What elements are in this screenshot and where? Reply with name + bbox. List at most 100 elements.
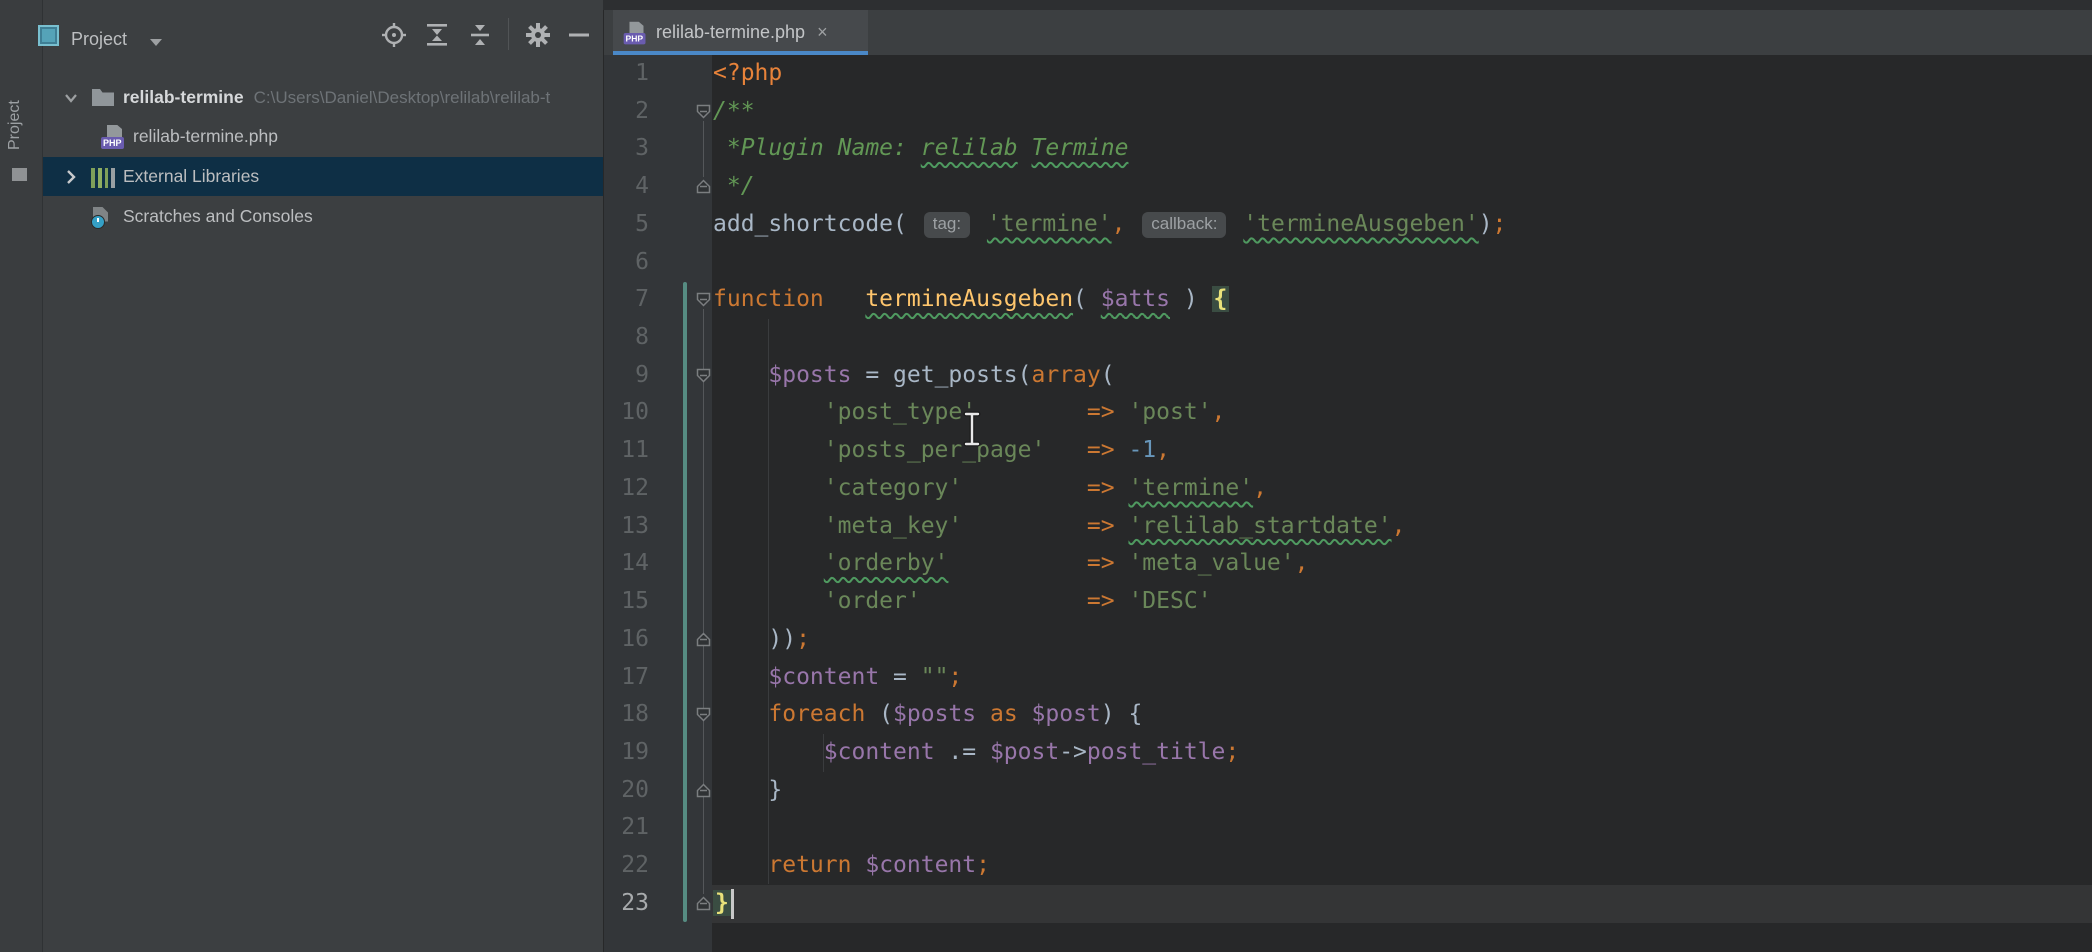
vcs-change-bar[interactable] [683, 282, 687, 922]
line-number[interactable]: 3 [604, 130, 649, 168]
line-number[interactable]: 7 [604, 281, 649, 319]
code-line[interactable]: $posts = get_posts(array( [713, 357, 1115, 395]
fold-marker-open[interactable] [694, 102, 713, 121]
line-number[interactable]: 18 [604, 696, 649, 734]
tool-window-square-icon[interactable] [12, 168, 27, 181]
fold-marker-close[interactable] [694, 630, 713, 649]
fold-marker-open[interactable] [694, 290, 713, 309]
project-tool-icon[interactable] [38, 25, 59, 46]
code-area[interactable]: <?php /** *Plugin Name: relilab Termine *… [713, 55, 2092, 952]
code-token: <?php [713, 60, 782, 86]
code-token: 'posts_per_page' [824, 437, 1046, 463]
code-token: 'meta_value' [1128, 550, 1294, 576]
code-token [1115, 437, 1129, 463]
code-line[interactable]: 'meta_key' => 'relilab_startdate', [713, 508, 1405, 546]
tree-item-php-file[interactable]: PHP relilab-termine.php [43, 117, 603, 156]
tree-item-project-root[interactable]: relilab-termine C:\Users\Daniel\Desktop\… [43, 78, 603, 117]
code-token [1045, 437, 1087, 463]
code-line[interactable]: <?php [713, 55, 782, 93]
code-token: $atts [1101, 286, 1170, 312]
line-number[interactable]: 1 [604, 55, 649, 93]
hide-panel-button[interactable] [566, 22, 592, 48]
locate-file-button[interactable] [381, 22, 407, 48]
gear-icon[interactable] [525, 22, 551, 48]
line-number[interactable]: 8 [604, 319, 649, 357]
tree-item-label[interactable]: relilab-termine [123, 87, 244, 108]
code-line[interactable]: return $content; [713, 847, 990, 885]
collapse-all-button[interactable] [467, 22, 493, 48]
fold-marker-close[interactable] [694, 781, 713, 800]
code-line[interactable]: foreach ($posts as $post) { [713, 696, 1142, 734]
line-number[interactable]: 5 [604, 206, 649, 244]
chevron-collapsed-icon[interactable] [61, 167, 81, 187]
code-line[interactable]: /** [713, 93, 755, 131]
fold-marker-close[interactable] [694, 177, 713, 196]
code-token [976, 701, 990, 727]
code-token: => [1087, 550, 1115, 576]
code-token: = get_posts( [851, 362, 1031, 388]
close-icon[interactable]: × [817, 22, 828, 43]
line-number[interactable]: 9 [604, 357, 649, 395]
tree-item-label[interactable]: External Libraries [123, 166, 259, 187]
fold-marker-close[interactable] [694, 894, 713, 913]
code-token: */ [713, 173, 755, 199]
code-line[interactable]: 'category' => 'termine', [713, 470, 1267, 508]
line-number[interactable]: 13 [604, 508, 649, 546]
code-token: => [1087, 475, 1115, 501]
code-line[interactable]: */ [713, 168, 755, 206]
code-line[interactable]: *Plugin Name: relilab Termine [713, 130, 1128, 168]
php-file-icon: PHP [101, 125, 125, 149]
code-token: { [1212, 286, 1230, 312]
fold-connector [703, 121, 704, 177]
folder-icon [91, 87, 115, 109]
tab-label[interactable]: relilab-termine.php [656, 22, 805, 43]
line-number[interactable]: 20 [604, 772, 649, 810]
code-token [713, 550, 824, 576]
chevron-down-icon[interactable] [150, 39, 162, 46]
tree-item-external-libraries[interactable]: External Libraries [43, 157, 603, 196]
code-token: , [1156, 437, 1170, 463]
line-number[interactable]: 16 [604, 621, 649, 659]
code-line[interactable]: 'posts_per_page' => -1, [713, 432, 1170, 470]
code-line[interactable]: 'order' => 'DESC' [713, 583, 1212, 621]
fold-marker-open[interactable] [694, 366, 713, 385]
tree-item-label[interactable]: Scratches and Consoles [123, 206, 313, 227]
line-number[interactable]: 21 [604, 809, 649, 847]
code-token: $content [768, 664, 879, 690]
code-token [713, 588, 824, 614]
chevron-expanded-icon[interactable] [61, 88, 81, 108]
code-token [713, 664, 768, 690]
line-number[interactable]: 15 [604, 583, 649, 621]
code-line[interactable]: } [713, 772, 782, 810]
code-line[interactable]: $content .= $post->post_title; [713, 734, 1239, 772]
tab-relilab-termine-php[interactable]: PHP relilab-termine.php × [613, 10, 868, 55]
tree-item-scratches[interactable]: Scratches and Consoles [43, 197, 603, 236]
code-token [713, 701, 768, 727]
line-number[interactable]: 17 [604, 659, 649, 697]
code-token: ( [865, 701, 893, 727]
line-number[interactable]: 2 [604, 93, 649, 131]
line-number[interactable]: 10 [604, 394, 649, 432]
code-line[interactable]: } [713, 885, 731, 923]
expand-all-button[interactable] [424, 22, 450, 48]
code-line[interactable]: )); [713, 621, 810, 659]
fold-marker-open[interactable] [694, 705, 713, 724]
line-number[interactable]: 19 [604, 734, 649, 772]
code-token: -1 [1128, 437, 1156, 463]
line-number[interactable]: 11 [604, 432, 649, 470]
fold-connector [703, 309, 704, 894]
code-line[interactable]: add_shortcode( tag: 'termine', callback:… [713, 206, 1506, 244]
code-line[interactable]: 'orderby' => 'meta_value', [713, 545, 1308, 583]
stripe-project-label[interactable]: Project [6, 100, 24, 150]
tree-item-label[interactable]: relilab-termine.php [133, 126, 278, 147]
line-number[interactable]: 12 [604, 470, 649, 508]
code-token: post_title [1087, 739, 1225, 765]
project-panel-title[interactable]: Project [71, 29, 127, 50]
line-number[interactable]: 22 [604, 847, 649, 885]
line-number[interactable]: 6 [604, 244, 649, 282]
line-number[interactable]: 4 [604, 168, 649, 206]
line-number[interactable]: 23 [604, 885, 649, 923]
line-number[interactable]: 14 [604, 545, 649, 583]
code-line[interactable]: function termineAusgeben( $atts ) { [713, 281, 1229, 319]
code-line[interactable]: $content = ""; [713, 659, 962, 697]
